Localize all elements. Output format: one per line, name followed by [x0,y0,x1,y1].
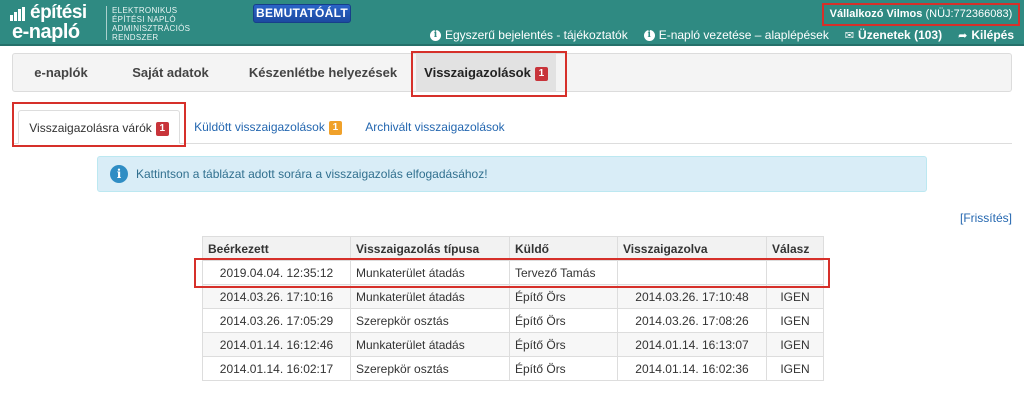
subtab-archived-confirmations[interactable]: Archivált visszaigazolások [360,110,510,144]
envelope-icon: ✉ [844,29,855,42]
link-messages[interactable]: ✉ Üzenetek (103) [845,28,942,42]
tab-own-data[interactable]: Saját adatok [109,54,232,91]
link-label: E-napló vezetése – alaplépések [658,28,829,42]
cell-answer: IGEN [766,356,824,381]
cell-sender: Építő Örs [509,284,618,309]
count-badge: 1 [328,120,342,135]
user-code: (NÜJ:772366083) [925,8,1013,20]
app-logo[interactable]: építési e-napló ELEKTRONIKUS ÉPÍTÉSI NAP… [10,3,190,43]
logo-text-line1: építési [30,2,87,23]
highlight-frame [12,102,186,147]
cell-sender: Építő Örs [509,356,618,381]
cell-received: 2014.01.14. 16:12:46 [202,332,351,357]
logo-subtitle-line: RENDSZER [112,33,159,42]
column-header[interactable]: Válasz [766,236,824,261]
highlight-frame [194,258,830,288]
table-row[interactable]: 2014.01.14. 16:12:46 Munkaterület átadás… [202,332,824,357]
link-simple-notification-info[interactable]: i Egyszerű bejelentés - tájékoztatók [429,28,628,42]
logo-subtitle-line: ÉPÍTÉSI NAPLÓ [112,15,176,24]
table-header-row: Beérkezett Visszaigazolás típusa Küldő V… [202,236,824,261]
link-logout[interactable]: ➦ Kilépés [958,28,1014,42]
logo-subtitle-line: ELEKTRONIKUS [112,6,178,15]
table-row[interactable]: 2014.03.26. 17:10:16 Munkaterület átadás… [202,284,824,309]
logo-text-line2: e-napló [12,21,80,43]
cell-confirmed: 2014.03.26. 17:10:48 [617,284,767,309]
cell-received: 2014.03.26. 17:05:29 [202,308,351,333]
logout-arrow-icon: ➦ [958,29,968,42]
link-label: Egyszerű bejelentés - tájékoztatók [444,28,628,42]
link-label: Üzenetek (103) [858,28,943,42]
link-enaplo-basic-steps[interactable]: i E-napló vezetése – alaplépések [643,28,829,42]
tab-label: Archivált visszaigazolások [365,120,505,134]
cell-confirmed: 2014.03.26. 17:08:26 [617,308,767,333]
cell-confirmed: 2014.01.14. 16:13:07 [617,332,767,357]
refresh-link[interactable]: [Frissítés] [960,211,1012,225]
column-header[interactable]: Beérkezett [202,236,351,261]
info-icon: i [110,165,128,183]
tab-label: Készenlétbe helyezések [248,65,398,80]
cell-received: 2014.03.26. 17:10:16 [202,284,351,309]
user-name: Vállalkozó Vilmos [829,8,923,20]
cell-received: 2014.01.14. 16:02:17 [202,356,351,381]
cell-type: Munkaterület átadás [350,332,510,357]
cell-sender: Építő Örs [509,308,618,333]
logo-divider [106,6,107,40]
logo-subtitle: ELEKTRONIKUS ÉPÍTÉSI NAPLÓ ADMINISZTRÁCI… [112,6,190,42]
cell-confirmed: 2014.01.14. 16:02:36 [617,356,767,381]
cell-type: Szerepkör osztás [350,308,510,333]
logo-subtitle-line: ADMINISZTRÁCIÓS [112,24,191,33]
subtab-sent-confirmations[interactable]: Küldött visszaigazolások 1 [188,110,348,144]
column-header[interactable]: Küldő [509,236,618,261]
tab-enaplok[interactable]: e-naplók [13,54,109,91]
cell-answer: IGEN [766,332,824,357]
cell-answer: IGEN [766,284,824,309]
info-icon: i [429,29,441,41]
link-label: Kilépés [971,28,1014,42]
demo-badge: BEMUTATÓÁLT [253,4,351,23]
top-links: i Egyszerű bejelentés - tájékoztatók i E… [429,27,1014,43]
logo-bars-icon [10,7,26,21]
highlight-frame [411,51,567,97]
user-info[interactable]: Vállalkozó Vilmos (NÜJ:772366083) [822,3,1020,26]
column-header[interactable]: Visszaigazolás típusa [350,236,510,261]
alert-text: Kattintson a táblázat adott sorára a vis… [136,167,488,181]
cell-sender: Építő Örs [509,332,618,357]
cell-answer: IGEN [766,308,824,333]
cell-type: Munkaterület átadás [350,284,510,309]
column-header[interactable]: Visszaigazolva [617,236,767,261]
tab-label: Küldött visszaigazolások [194,120,325,134]
cell-type: Szerepkör osztás [350,356,510,381]
app-header: építési e-napló ELEKTRONIKUS ÉPÍTÉSI NAP… [0,0,1024,46]
tab-standby[interactable]: Készenlétbe helyezések [232,54,414,91]
info-alert: i Kattintson a táblázat adott sorára a v… [97,156,927,192]
tab-label: Saját adatok [132,65,209,80]
info-icon: i [643,29,655,41]
tab-label: e-naplók [34,65,88,80]
table-row[interactable]: 2014.01.14. 16:02:17 Szerepkör osztás Ép… [202,356,824,381]
table-row[interactable]: 2014.03.26. 17:05:29 Szerepkör osztás Ép… [202,308,824,333]
